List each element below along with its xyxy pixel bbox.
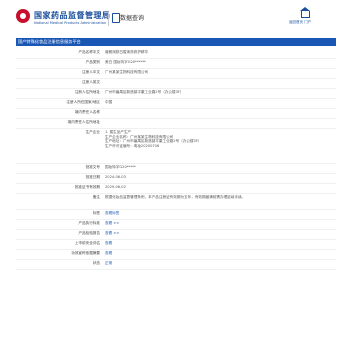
row-value-text: 2024-06-03 [105, 175, 126, 180]
view-link[interactable]: 正常 [105, 261, 112, 265]
row-value[interactable]: 查看标签 [105, 210, 333, 216]
table-row: 功效宣称依据摘要 查看 [16, 250, 336, 260]
row-value[interactable]: 查看 [105, 240, 333, 246]
table-row: 上市前安全评估 查看 [16, 240, 336, 250]
row-label: 批准文号 [85, 165, 100, 170]
view-link[interactable]: 查看 >> [105, 231, 119, 235]
row-value [105, 79, 333, 80]
table-row: 生产企业 1. 属生品产生产 生产企业名称：广州某某生物科技有限公司 生产地址：广州市… [16, 129, 336, 164]
row-value: 广州某某生物科技有限公司 [105, 69, 333, 75]
row-label: 批准证书有效期 [74, 185, 100, 190]
row-label: 功效宣称依据摘要 [71, 251, 100, 256]
table-row: 批准文号 国妆特字G20***** [16, 164, 336, 174]
row-label: 备注 [92, 195, 100, 200]
row-value[interactable]: 正常 [105, 260, 333, 266]
row-value[interactable]: 查看 >> [105, 230, 333, 236]
row-label: 注册人所在国家/地区 [66, 100, 100, 105]
row-label: 产品执行标准 [78, 221, 100, 226]
table-row: 注册人英文 [16, 79, 336, 89]
row-value-text: 美白 国妆特字G20****** [105, 60, 146, 65]
database-title: 数据查询 [120, 15, 145, 22]
view-link[interactable]: 查看 [105, 241, 112, 245]
home-icon[interactable] [300, 7, 310, 18]
row-label: 境内责任人住所地址 [67, 120, 100, 125]
row-value: 广州市番禺区新造镇平康工业路2号（办公楼3F） [105, 89, 333, 95]
row-value: 2029-06-02 [105, 184, 333, 190]
view-link[interactable]: 查看标签 [105, 211, 119, 215]
table-row: 批准日期 2024-06-03 [16, 174, 336, 184]
view-link[interactable]: 查看 >> [105, 221, 119, 225]
header-divider [108, 12, 109, 26]
nmpa-logo-icon[interactable] [16, 9, 30, 23]
row-value: 国妆特字G20***** [105, 164, 333, 170]
table-row: 批准证书有效期 2029-06-02 [16, 184, 336, 194]
table-row: 产品名称中文 薇雅润肤白皙焕亮修护精华 [16, 49, 336, 59]
row-label: 产品名称中文 [78, 50, 100, 55]
row-value-text: 薇雅润肤白皙焕亮修护精华 [105, 50, 149, 55]
row-value: 1. 属生品产生产 生产企业名称：广州某某生物科技有限公司 生产地址：广州市番禺区新… [105, 129, 333, 148]
row-value-text: 中国 [105, 100, 113, 105]
row-label: 境内责任人名称 [74, 110, 100, 115]
view-link[interactable]: 查看 [105, 251, 112, 255]
row-value: 美白 国妆特字G20****** [105, 59, 333, 65]
row-label: 注册人住所地址 [74, 90, 100, 95]
table-row: 注册人所在国家/地区 中国 [16, 99, 336, 109]
row-label: 注册人英文 [82, 80, 100, 85]
row-label: 状态 [92, 261, 100, 266]
table-row: 备注 根据化妆品监督管理条例，本产品注册证有效期为五年，有效期届满前需办理延续手续… [16, 194, 336, 210]
table-row: 注册人中文 广州某某生物科技有限公司 [16, 69, 336, 79]
row-label: 产品检验报告 [78, 231, 100, 236]
row-value [105, 109, 333, 110]
row-label: 批准日期 [85, 175, 100, 180]
section-title: 国产特殊化妆品注册信息服务平台 [18, 39, 81, 44]
row-label: 标签 [92, 211, 100, 216]
site-header: 国家药品监督管理局 National Medical Products Admi… [0, 0, 350, 34]
row-value-text: 根据化妆品监督管理条例，本产品注册证有效期为五年，有效期届满前需办理延续手续。 [105, 195, 246, 200]
table-row: 注册人住所地址 广州市番禺区新造镇平康工业路2号（办公楼3F） [16, 89, 336, 99]
row-value-text: 国妆特字G20***** [105, 165, 136, 170]
row-value: 根据化妆品监督管理条例，本产品注册证有效期为五年，有效期届满前需办理延续手续。 [105, 194, 333, 200]
row-value-text: 广州某某生物科技有限公司 [105, 70, 149, 75]
row-label: 上市前安全评估 [74, 241, 100, 246]
row-label: 注册人中文 [82, 70, 100, 75]
row-label: 产品类别 [85, 60, 100, 65]
row-value-text: 广州市番禺区新造镇平康工业路2号（办公楼3F） [105, 90, 184, 95]
table-row: 境内责任人名称 [16, 109, 336, 119]
row-value[interactable]: 查看 >> [105, 220, 333, 226]
row-value: 2024-06-03 [105, 174, 333, 180]
table-row: 状态 正常 [16, 260, 336, 270]
row-value: 薇雅润肤白皙焕亮修护精华 [105, 49, 333, 55]
row-label: 生产企业 [85, 130, 100, 135]
site-subtitle: National Medical Products Administration [34, 21, 107, 25]
table-row: 产品检验报告 查看 >> [16, 230, 336, 240]
row-value-line: 生产许可证编号：粤妆20200706 [105, 143, 160, 148]
row-value-text: 2029-06-02 [105, 185, 126, 190]
home-link[interactable]: 返回首页 门户 [289, 20, 311, 25]
table-row: 境内责任人住所地址 [16, 119, 336, 129]
table-row: 标签 查看标签 [16, 210, 336, 220]
row-value [105, 119, 333, 120]
site-title[interactable]: 国家药品监督管理局 [34, 10, 111, 21]
database-icon [112, 13, 120, 23]
row-value: 中国 [105, 99, 333, 105]
table-row: 产品执行标准 查看 >> [16, 220, 336, 230]
table-row: 产品类别 美白 国妆特字G20****** [16, 59, 336, 69]
row-value[interactable]: 查看 [105, 250, 333, 256]
detail-table: 产品名称中文 薇雅润肤白皙焕亮修护精华 产品类别 美白 国妆特字G20****** 注册… [16, 49, 336, 270]
